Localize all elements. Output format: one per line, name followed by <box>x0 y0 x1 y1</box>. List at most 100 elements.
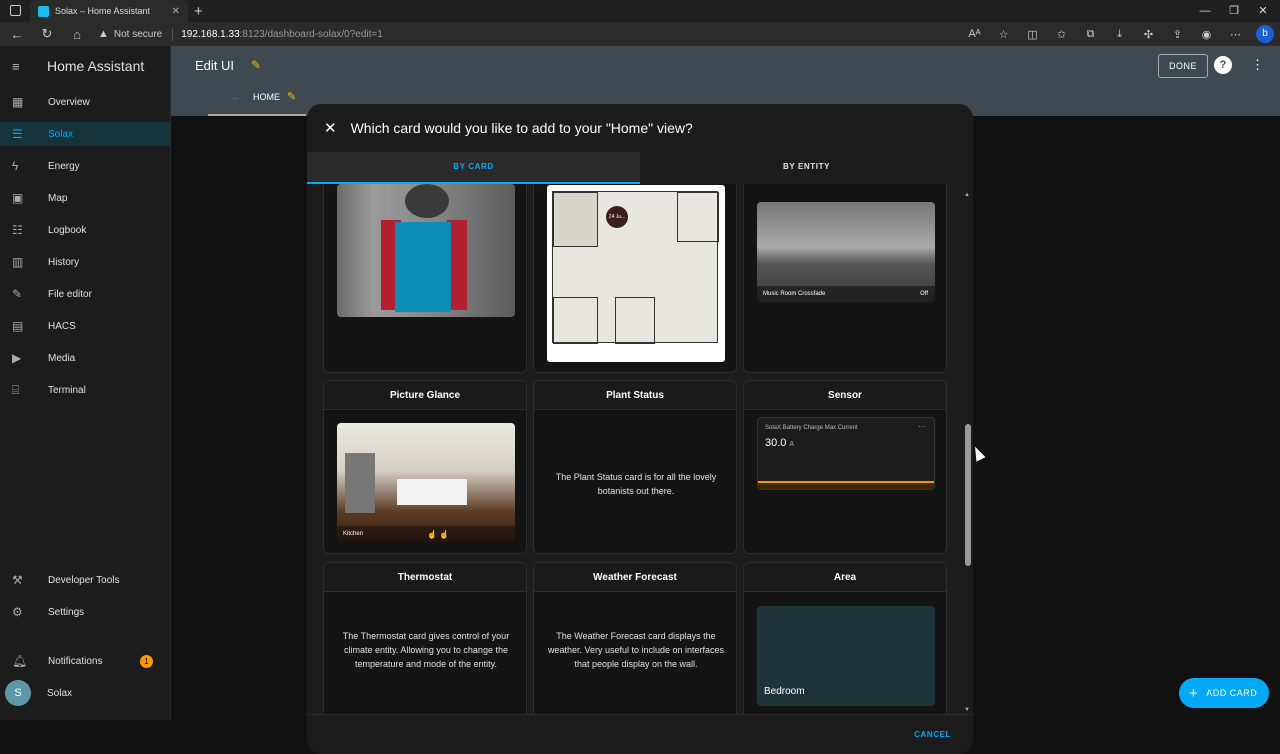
sidebar-item-label: HACS <box>48 320 76 332</box>
hamburger-menu-icon[interactable]: ≡ <box>12 59 47 74</box>
home-assistant-favicon-icon <box>38 5 49 17</box>
sidebar-item-history[interactable]: ▥ History <box>0 250 170 274</box>
close-tab-icon[interactable]: ✕ <box>172 6 180 17</box>
favorite-star-icon[interactable]: ☆ <box>989 28 1018 41</box>
sidebar-item-hacs[interactable]: ▤ HACS <box>0 314 170 338</box>
security-label: Not secure <box>113 28 163 40</box>
card-description: The Weather Forecast card displays the w… <box>547 631 725 669</box>
collections-icon[interactable]: ⧉ <box>1076 28 1105 41</box>
tab-actions-icon[interactable] <box>10 5 21 16</box>
cancel-button[interactable]: CANCEL <box>914 730 951 739</box>
notification-count-badge: 1 <box>140 654 153 668</box>
picture-card-preview <box>337 184 515 317</box>
sidebar-item-notifications[interactable]: 🔔︎ Notifications 1 <box>0 649 170 673</box>
dialog-scrollbar[interactable]: ▲ ▼ <box>964 192 971 714</box>
read-aloud-icon[interactable]: Aᴬ <box>960 28 989 40</box>
sidebar-item-label: Settings <box>48 606 85 618</box>
browser-tab-bar: Solax – Home Assistant ✕ + — ❐ ✕ <box>0 0 1280 22</box>
tab-home[interactable]: HOME <box>253 92 280 102</box>
sidebar-item-user[interactable]: S Solax <box>0 680 170 706</box>
sidebar-item-solax[interactable]: ☰ Solax <box>0 122 170 146</box>
floorplan-preview: 24 Ju... <box>547 185 725 362</box>
sidebar-item-logbook[interactable]: ☷ Logbook <box>0 218 170 242</box>
profile-icon[interactable]: ◉ <box>1192 28 1221 41</box>
sidebar-item-label: Developer Tools <box>48 574 120 586</box>
downloads-icon[interactable]: ⤓ <box>1105 28 1134 41</box>
scroll-up-icon[interactable]: ▲ <box>964 192 970 198</box>
preview-island-shape <box>397 479 467 505</box>
picture-glance-preview: Kitchen ☝ ☝ <box>337 423 515 542</box>
sidebar-item-energy[interactable]: ϟ Energy <box>0 154 170 178</box>
avatar: S <box>5 680 31 706</box>
tab-by-entity[interactable]: BY ENTITY <box>640 152 973 184</box>
lightning-icon: ϟ <box>12 159 19 173</box>
scrollbar-thumb[interactable] <box>965 424 971 566</box>
dialog-footer: CANCEL <box>307 714 973 754</box>
area-preview-label: Bedroom <box>764 686 805 697</box>
split-screen-icon[interactable]: ◫ <box>1018 28 1047 41</box>
picture-entity-preview: Music Room Crossfade Off <box>757 202 935 302</box>
window-close-icon[interactable]: ✕ <box>1246 0 1280 22</box>
sidebar-item-overview[interactable]: ▦ Overview <box>0 90 170 114</box>
sidebar-item-map[interactable]: ▣ Map <box>0 186 170 210</box>
card-sensor[interactable]: Sensor SolaX Battery Charge Max Current … <box>743 380 947 554</box>
sensor-preview-value: 30.0 <box>765 437 787 449</box>
bing-icon[interactable]: b <box>1256 25 1274 43</box>
scroll-down-icon[interactable]: ▼ <box>964 707 970 713</box>
card-description: The Plant Status card is for all the lov… <box>555 472 717 496</box>
url-field[interactable]: ▲ Not secure 192.168.1.33:8123/dashboard… <box>98 27 383 41</box>
browser-tab[interactable]: Solax – Home Assistant ✕ <box>30 0 188 22</box>
sidebar-item-settings[interactable]: ⚙ Settings <box>0 600 170 624</box>
card-title: Picture Glance <box>324 381 526 410</box>
card-picture-entity[interactable]: Music Room Crossfade Off <box>743 184 947 373</box>
sidebar-item-label: Logbook <box>48 224 87 236</box>
edit-view-pencil-icon[interactable]: ✎ <box>287 90 296 103</box>
browser-address-bar: ← ↻ ⌂ ▲ Not secure 192.168.1.33:8123/das… <box>0 22 1280 46</box>
card-picture-glance[interactable]: Picture Glance Kitchen ☝ ☝ <box>323 380 527 554</box>
list-icon: ☷ <box>12 223 23 237</box>
new-tab-icon[interactable]: + <box>194 3 203 20</box>
favorites-icon[interactable]: ✩ <box>1047 28 1076 41</box>
share-icon[interactable]: ⇪ <box>1163 28 1192 41</box>
move-view-left-icon[interactable]: ← <box>231 92 241 103</box>
card-description: The Thermostat card gives control of you… <box>342 631 510 669</box>
tab-by-card[interactable]: BY CARD <box>307 152 640 184</box>
sidebar-item-media[interactable]: ▶ Media <box>0 346 170 370</box>
close-icon[interactable]: ✕ <box>324 119 337 137</box>
dialog-title: Which card would you like to add to your… <box>350 120 693 136</box>
preview-caption-bar <box>337 526 515 542</box>
card-thermostat[interactable]: Thermostat The Thermostat card gives con… <box>323 562 527 714</box>
help-icon[interactable]: ? <box>1214 56 1232 74</box>
add-card-button[interactable]: + ADD CARD <box>1179 678 1269 708</box>
card-title: Area <box>744 563 946 592</box>
extensions-icon[interactable]: ✣ <box>1134 28 1163 41</box>
sidebar-item-label: Energy <box>48 160 80 172</box>
home-icon[interactable]: ⌂ <box>62 27 92 42</box>
card-picture[interactable] <box>323 184 527 373</box>
sidebar-item-developer-tools[interactable]: ⚒ Developer Tools <box>0 568 170 592</box>
back-icon[interactable]: ← <box>2 27 32 42</box>
area-card-preview: Bedroom <box>757 606 935 706</box>
more-options-icon[interactable]: ⋮ <box>1251 57 1264 73</box>
map-icon: ▣ <box>12 191 24 205</box>
card-area[interactable]: Area Bedroom <box>743 562 947 714</box>
url-host: 192.168.1.33 <box>181 28 240 40</box>
browser-menu-icon[interactable]: ⋯ <box>1221 28 1250 41</box>
card-weather-forecast[interactable]: Weather Forecast The Weather Forecast ca… <box>533 562 737 714</box>
sidebar-item-file-editor[interactable]: ✎ File editor <box>0 282 170 306</box>
url-path: :8123/dashboard-solax/0?edit=1 <box>239 28 383 40</box>
add-card-label: ADD CARD <box>1206 688 1258 698</box>
preview-hat-shape <box>405 184 449 218</box>
edit-title-pencil-icon[interactable]: ✎ <box>251 58 261 72</box>
music-room-label: Music Room Crossfade <box>763 291 826 297</box>
sidebar-item-label: Solax <box>47 687 73 699</box>
preview-shirt-shape <box>395 222 451 312</box>
reload-icon[interactable]: ↻ <box>32 26 62 42</box>
home-assistant-app: ≡ Home Assistant ▦ Overview ☰ Solax ϟ Energ… <box>0 46 1280 754</box>
sidebar-item-terminal[interactable]: ⌸ Terminal <box>0 378 170 402</box>
card-picture-elements[interactable]: 24 Ju... <box>533 184 737 373</box>
done-button[interactable]: DONE <box>1158 54 1208 78</box>
add-card-dialog: ✕ Which card would you like to add to yo… <box>307 104 973 754</box>
sidebar: ≡ Home Assistant ▦ Overview ☰ Solax ϟ Energ… <box>0 46 171 720</box>
card-plant-status[interactable]: Plant Status The Plant Status card is fo… <box>533 380 737 554</box>
